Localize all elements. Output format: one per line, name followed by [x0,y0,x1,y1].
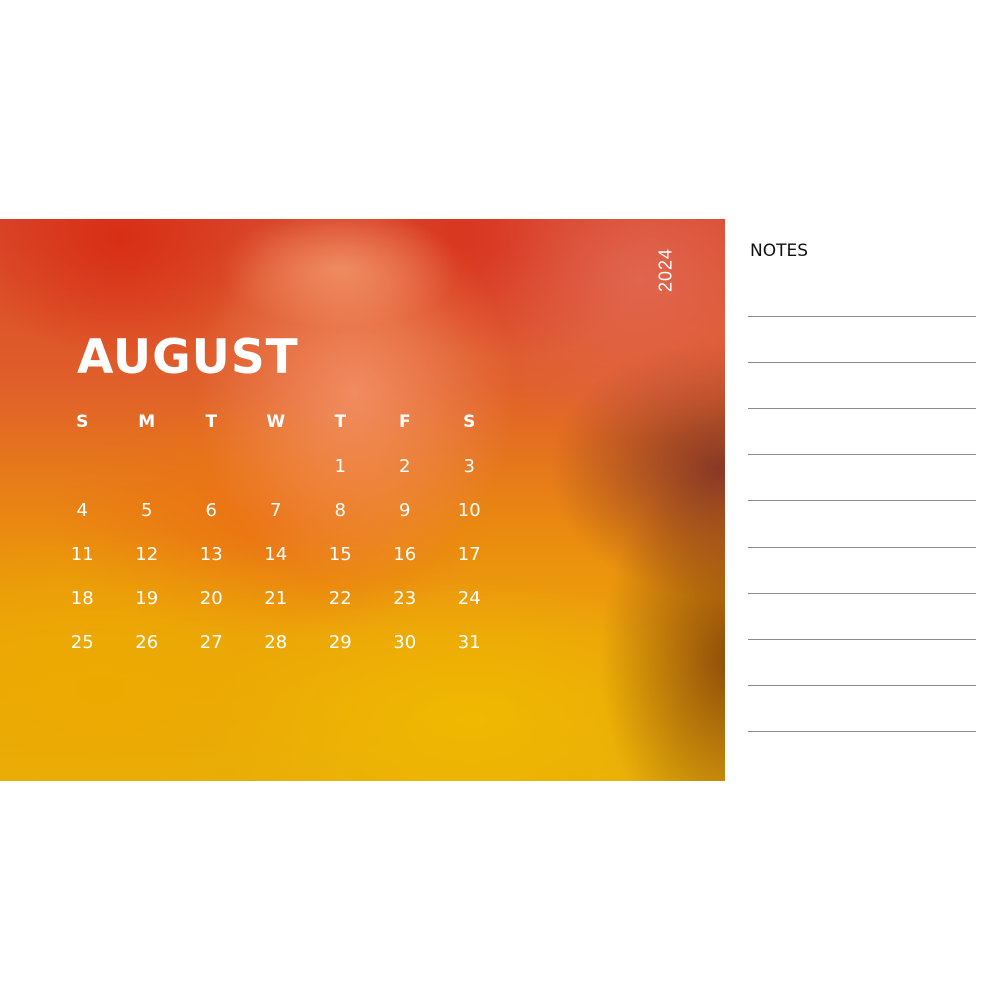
note-line [748,731,976,732]
calendar-blank-cell [179,444,244,488]
calendar-blank-cell [115,444,180,488]
calendar-day: 5 [141,499,153,521]
calendar-day: 19 [135,587,159,609]
calendar-day: 1 [334,455,346,477]
calendar-day: 24 [457,587,481,609]
calendar-day: 22 [328,587,352,609]
calendar-day: 31 [457,631,481,653]
note-line [748,500,976,501]
calendar-day: 29 [328,631,352,653]
note-line [748,547,976,548]
calendar-year: 2024 [655,247,676,293]
weekday-header: W [266,412,286,432]
calendar-day: 16 [393,543,417,565]
note-line [748,639,976,640]
weekday-header: M [138,412,156,432]
calendar-day: 13 [199,543,223,565]
note-line [748,593,976,594]
weekday-header: S [463,412,476,432]
weekday-header: F [398,412,411,432]
note-line [748,316,976,317]
calendar-day: 7 [270,499,282,521]
calendar-day: 10 [457,499,481,521]
calendar-day: 28 [264,631,288,653]
calendar-grid: S M T W T F S 1 2 3 4 5 6 7 8 9 10 11 12 13 14 15 16 17 18 19 20 21… [50,400,502,664]
calendar-day: 30 [393,631,417,653]
note-line [748,362,976,363]
calendar-day: 14 [264,543,288,565]
calendar-month-title: AUGUST [77,330,299,385]
calendar-blank-cell [50,444,115,488]
weekday-header: T [334,412,347,432]
calendar-day: 8 [334,499,346,521]
calendar-day: 17 [457,543,481,565]
weekday-header: T [205,412,218,432]
note-line [748,685,976,686]
calendar-blank-cell [244,444,309,488]
calendar-day: 27 [199,631,223,653]
calendar-day: 12 [135,543,159,565]
calendar-day: 23 [393,587,417,609]
calendar-day: 15 [328,543,352,565]
calendar-day: 9 [399,499,411,521]
notes-title: NOTES [750,241,809,261]
weekday-header: S [76,412,89,432]
calendar-day: 20 [199,587,223,609]
calendar-day: 2 [399,455,411,477]
calendar-day: 3 [463,455,475,477]
calendar-day: 11 [70,543,94,565]
calendar-day: 26 [135,631,159,653]
note-line [748,454,976,455]
calendar-day: 6 [205,499,217,521]
calendar-day: 21 [264,587,288,609]
note-line [748,408,976,409]
calendar-day: 25 [70,631,94,653]
calendar-day: 4 [76,499,88,521]
calendar-day: 18 [70,587,94,609]
